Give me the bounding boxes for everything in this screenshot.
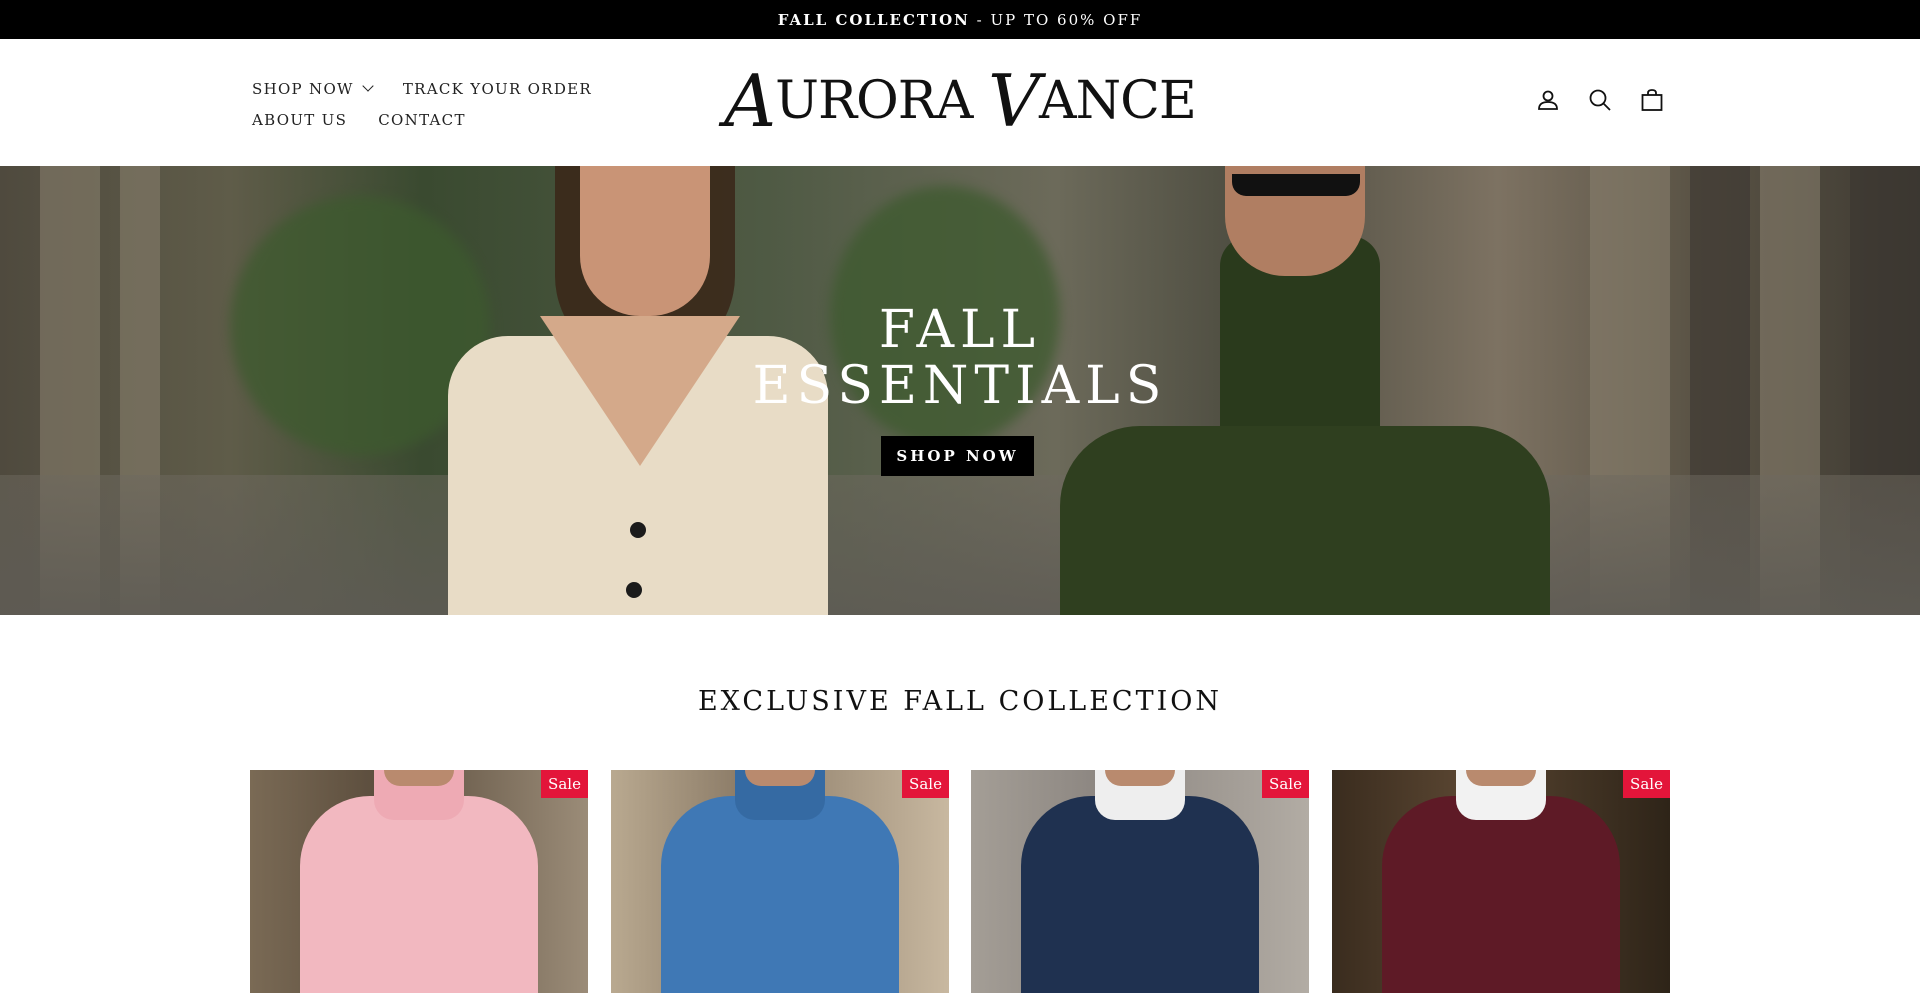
coat-button xyxy=(630,522,646,538)
product-card[interactable]: Sale xyxy=(1332,770,1670,993)
model-woman-face xyxy=(580,166,710,316)
logo-word-2: ANCE xyxy=(1039,71,1197,131)
product-garment xyxy=(300,796,538,993)
nav-track-order[interactable]: TRACK YOUR ORDER xyxy=(403,74,592,105)
nav-shop-now-label: SHOP NOW xyxy=(252,80,354,98)
product-garment xyxy=(1382,796,1620,993)
announcement-bar: FALL COLLECTION - UP TO 60% OFF xyxy=(0,0,1920,39)
site-header: SHOP NOW TRACK YOUR ORDER ABOUT US CONTA… xyxy=(0,39,1920,166)
nav-contact[interactable]: CONTACT xyxy=(378,105,466,136)
product-garment xyxy=(1021,796,1259,993)
product-garment xyxy=(661,796,899,993)
product-card[interactable]: Sale xyxy=(611,770,949,993)
sunglasses xyxy=(1232,174,1360,196)
logo-word-1: URORA xyxy=(775,71,973,131)
brand-logo[interactable]: A URORA V ANCE xyxy=(724,59,1197,143)
hero-title-line-2: ESSENTIALS xyxy=(752,356,1168,416)
sale-badge: Sale xyxy=(902,770,949,798)
sale-badge: Sale xyxy=(1623,770,1670,798)
search-icon[interactable] xyxy=(1587,87,1613,113)
logo-initial-a: A xyxy=(724,59,776,143)
cart-icon[interactable] xyxy=(1639,87,1665,113)
main-nav: SHOP NOW TRACK YOUR ORDER ABOUT US CONTA… xyxy=(252,74,712,136)
account-icon[interactable] xyxy=(1535,87,1561,113)
nav-about-us[interactable]: ABOUT US xyxy=(252,105,347,136)
product-card[interactable]: Sale xyxy=(250,770,588,993)
coat-button xyxy=(626,582,642,598)
collection-title: EXCLUSIVE FALL COLLECTION xyxy=(697,686,1223,717)
street-ground xyxy=(0,475,1920,615)
product-model-chin xyxy=(1105,770,1175,786)
announcement-highlight: FALL COLLECTION xyxy=(777,10,970,29)
product-model-chin xyxy=(384,770,454,786)
logo-initial-v: V xyxy=(988,59,1040,143)
sale-badge: Sale xyxy=(1262,770,1309,798)
hero-title: FALL ESSENTIALS xyxy=(0,302,1920,414)
hero-title-line-1: FALL xyxy=(878,300,1042,360)
model-man-sweater xyxy=(1060,426,1550,615)
nav-shop-now[interactable]: SHOP NOW xyxy=(252,74,374,105)
product-card[interactable]: Sale xyxy=(971,770,1309,993)
sale-badge: Sale xyxy=(541,770,588,798)
product-model-chin xyxy=(1466,770,1536,786)
hero-shop-now-button[interactable]: SHOP NOW xyxy=(881,436,1034,476)
product-model-chin xyxy=(745,770,815,786)
announcement-text: - UP TO 60% OFF xyxy=(969,10,1143,29)
product-grid: Sale Sale Sale Sale xyxy=(250,770,1670,993)
header-icons xyxy=(1535,87,1665,113)
chevron-down-icon xyxy=(362,80,374,92)
